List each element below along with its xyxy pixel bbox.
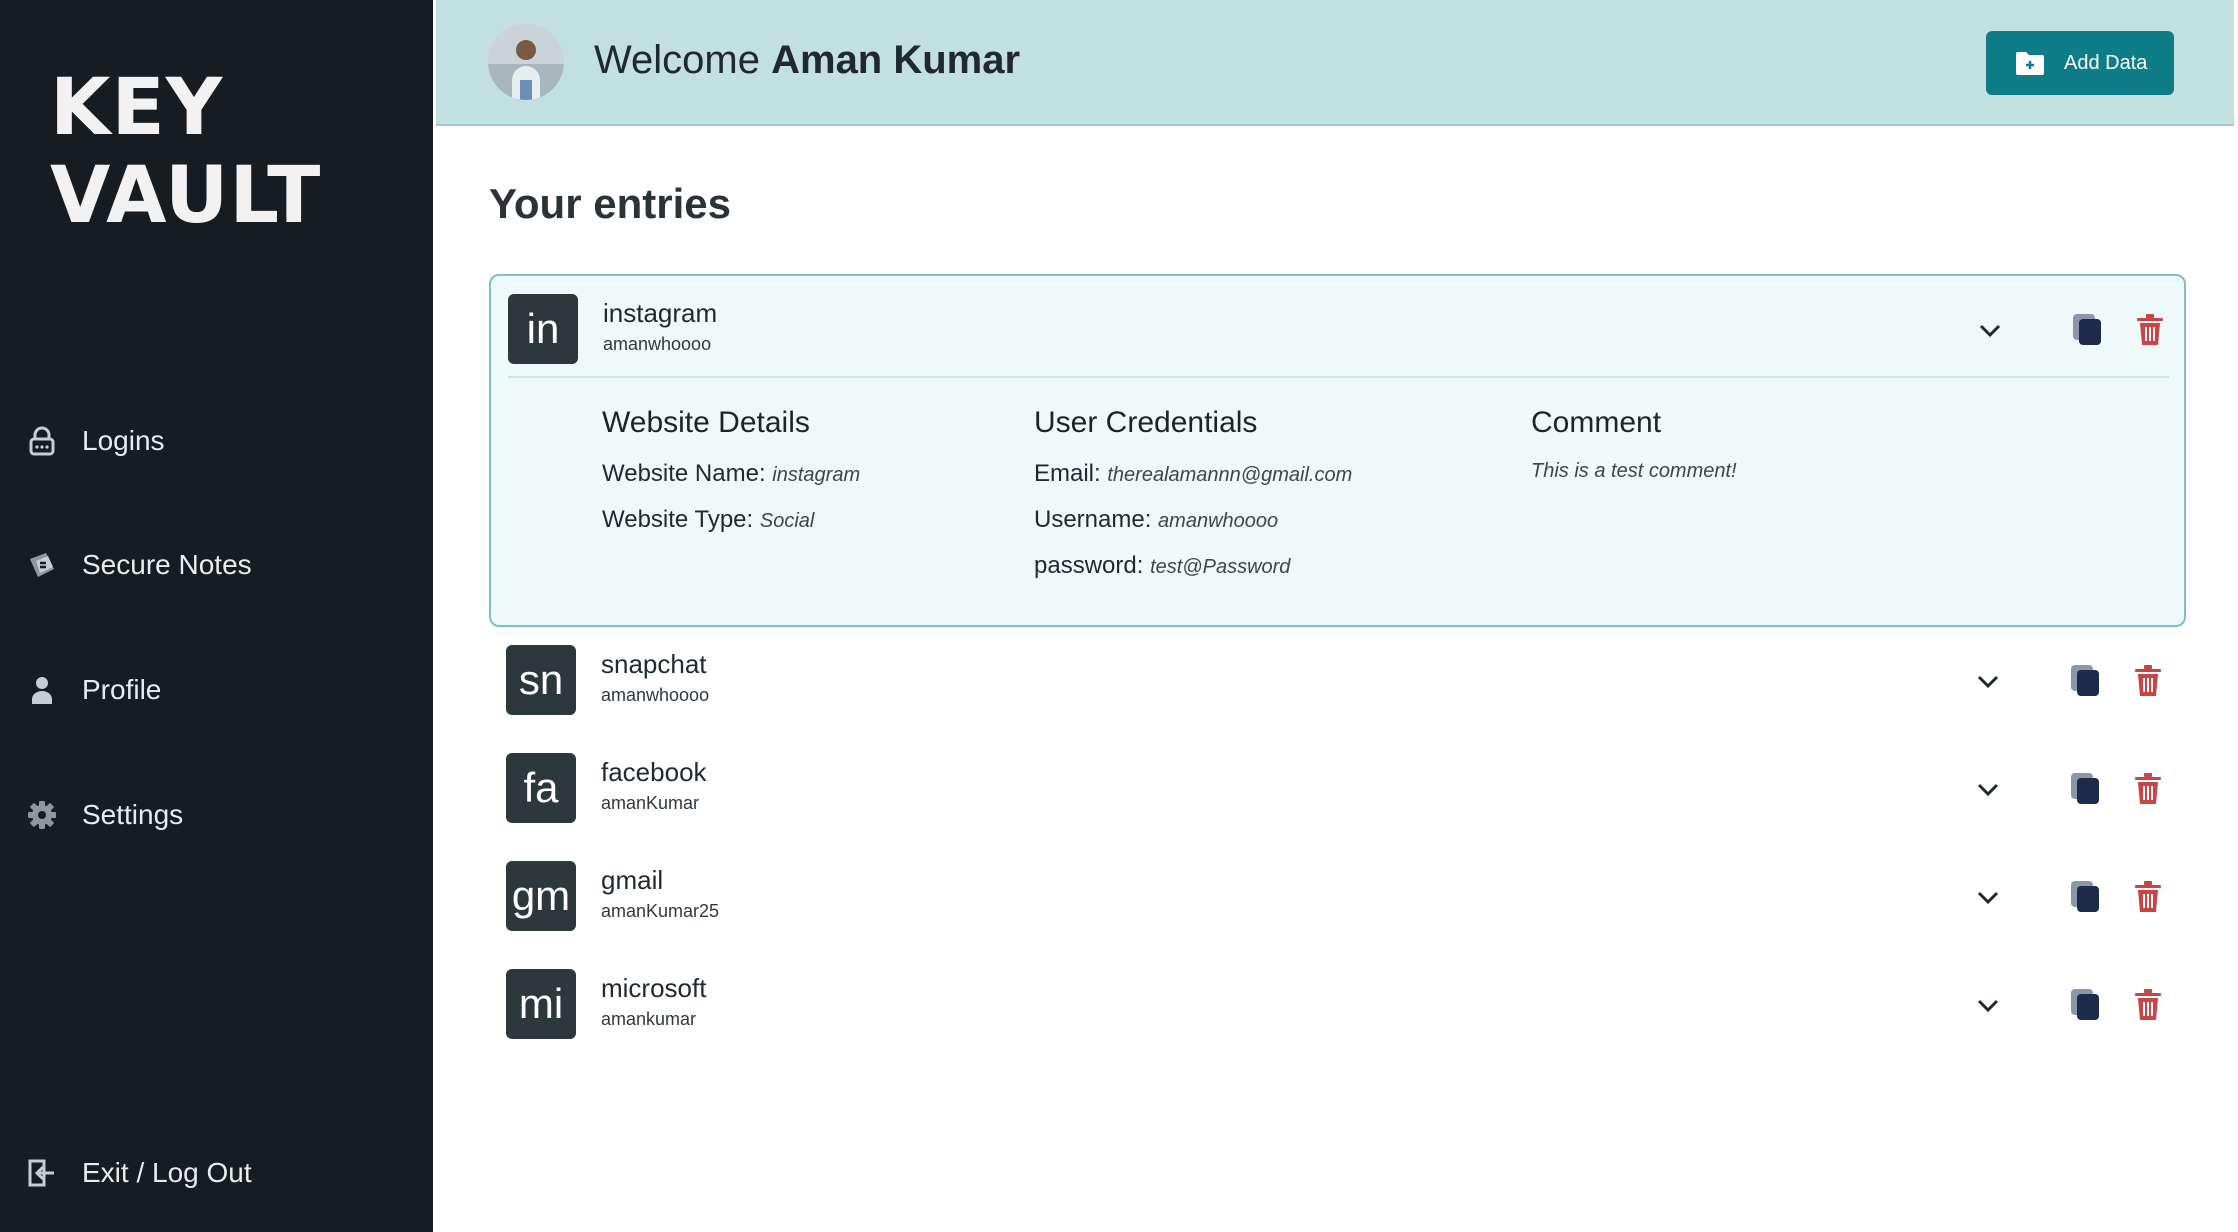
- copy-icon[interactable]: [2068, 770, 2104, 806]
- password-value[interactable]: test@Password: [1150, 556, 1290, 578]
- copy-icon[interactable]: [2070, 311, 2106, 347]
- site-username: amanKumar: [601, 793, 700, 813]
- chevron-down-icon[interactable]: [1974, 314, 2006, 346]
- comment-heading: Comment: [1531, 406, 1662, 439]
- sidebar-item-logins[interactable]: Logins: [26, 416, 165, 466]
- copy-icon[interactable]: [2068, 986, 2104, 1022]
- website-name-field: Website Name: instagram: [602, 460, 860, 488]
- email-field: Email: therealamannn@gmail.com: [1034, 460, 1352, 488]
- lock-icon: [26, 425, 58, 457]
- site-name: gmail: [601, 865, 664, 895]
- username-field: Username: amanwhoooo: [1034, 506, 1352, 534]
- sidebar-item-label: Logins: [82, 425, 165, 456]
- add-data-label: Add Data: [2064, 51, 2148, 74]
- comment-text: This is a test comment!: [1531, 460, 1737, 482]
- site-username: amanwhoooo: [601, 685, 710, 705]
- email-value[interactable]: therealamannn@gmail.com: [1107, 464, 1352, 486]
- site-username: amankumar: [601, 1009, 697, 1029]
- entry-header[interactable]: in instagram amanwhoooo: [491, 294, 2188, 366]
- list-item[interactable]: gm gmail amanKumar25: [489, 861, 2186, 933]
- delete-icon[interactable]: [2132, 988, 2164, 1022]
- list-item[interactable]: fa facebook amanKumar: [489, 753, 2186, 825]
- website-type-label: Website Type:: [602, 506, 754, 533]
- logout-icon: [26, 1157, 58, 1189]
- site-avatar: sn: [506, 645, 576, 715]
- sidebar-item-settings[interactable]: Settings: [26, 790, 183, 840]
- website-name-label: Website Name:: [602, 460, 766, 487]
- list-item[interactable]: mi microsoft amankumar: [489, 969, 2186, 1041]
- website-details-section: Website Details Website Name: instagram …: [602, 406, 860, 552]
- site-avatar: mi: [506, 969, 576, 1039]
- sidebar-item-label: Settings: [82, 799, 184, 830]
- sidebar-item-label: Secure Notes: [82, 549, 252, 580]
- logout-label: Exit / Log Out: [82, 1157, 252, 1188]
- user-credentials-heading: User Credentials: [1034, 406, 1258, 439]
- sidebar-item-label: Profile: [82, 674, 162, 705]
- divider: [508, 376, 2169, 378]
- chevron-down-icon[interactable]: [1972, 989, 2004, 1021]
- sidebar: KEY VAULT Logins Secure Notes Profile Se…: [0, 0, 433, 1232]
- site-name: instagram: [603, 298, 718, 328]
- username-value[interactable]: amanwhoooo: [1158, 510, 1278, 532]
- sidebar-item-secure-notes[interactable]: Secure Notes: [26, 540, 252, 590]
- logo-line-2: VAULT: [50, 151, 322, 241]
- app-logo: KEY VAULT: [50, 64, 321, 240]
- top-header: Welcome Aman Kumar Add Data: [436, 0, 2234, 126]
- sidebar-item-profile[interactable]: Profile: [26, 665, 161, 715]
- welcome-prefix: Welcome: [594, 38, 760, 82]
- page-title: Your entries: [489, 180, 731, 227]
- site-name: snapchat: [601, 649, 707, 679]
- site-username: amanwhoooo: [603, 334, 712, 354]
- gear-icon: [26, 799, 58, 831]
- site-name: microsoft: [601, 973, 707, 1003]
- delete-icon[interactable]: [2132, 880, 2164, 914]
- site-avatar: in: [508, 294, 578, 364]
- user-name: Aman Kumar: [771, 38, 1021, 82]
- site-username: amanKumar25: [601, 901, 720, 921]
- website-type-field: Website Type: Social: [602, 506, 860, 534]
- logout-button[interactable]: Exit / Log Out: [26, 1148, 252, 1198]
- copy-icon[interactable]: [2068, 662, 2104, 698]
- website-details-heading: Website Details: [602, 406, 810, 439]
- delete-icon[interactable]: [2132, 664, 2164, 698]
- delete-icon[interactable]: [2132, 772, 2164, 806]
- welcome-message: Welcome Aman Kumar: [594, 38, 1020, 83]
- user-icon: [26, 674, 58, 706]
- avatar[interactable]: [488, 24, 564, 100]
- site-avatar: fa: [506, 753, 576, 823]
- delete-icon[interactable]: [2134, 313, 2166, 347]
- logo-line-1: KEY: [50, 63, 224, 153]
- list-item[interactable]: sn snapchat amanwhoooo: [489, 645, 2186, 717]
- password-field: password: test@Password: [1034, 552, 1352, 580]
- password-label: password:: [1034, 552, 1144, 579]
- website-type-value: Social: [759, 510, 815, 532]
- copy-icon[interactable]: [2068, 878, 2104, 914]
- notes-icon: [26, 549, 58, 581]
- chevron-down-icon[interactable]: [1972, 881, 2004, 913]
- add-data-button[interactable]: Add Data: [1986, 31, 2174, 95]
- comment-section: Comment This is a test comment!: [1531, 406, 1737, 483]
- entry-card-expanded: in instagram amanwhoooo Website Details …: [489, 274, 2186, 627]
- chevron-down-icon[interactable]: [1972, 773, 2004, 805]
- chevron-down-icon[interactable]: [1972, 665, 2004, 697]
- email-label: Email:: [1034, 460, 1101, 487]
- folder-plus-icon: [2014, 47, 2046, 79]
- site-name: facebook: [601, 757, 707, 787]
- user-credentials-section: User Credentials Email: therealamannn@gm…: [1034, 406, 1352, 598]
- username-label: Username:: [1034, 506, 1152, 533]
- site-avatar: gm: [506, 861, 576, 931]
- website-name-value: instagram: [772, 464, 861, 486]
